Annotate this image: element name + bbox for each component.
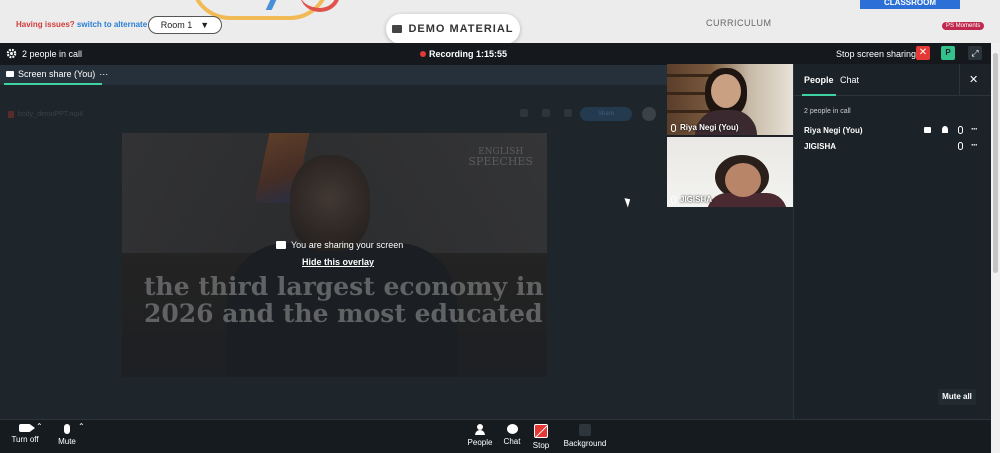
background-button-label: Background (563, 439, 607, 448)
more-icon (564, 109, 572, 117)
moments-badge[interactable]: PS Moments (942, 22, 985, 30)
file-icon (8, 111, 14, 118)
participant-tile-name: Riya Negi (You) (680, 123, 739, 132)
issues-question: Having issues? (16, 20, 75, 29)
shared-share-button: Share (580, 107, 632, 121)
mute-button-label: Mute (58, 437, 76, 446)
people-button[interactable]: People (466, 424, 494, 447)
app-header: Having issues? switch to alternate room … (0, 0, 1000, 44)
panel-people-count: 2 people in call (804, 108, 851, 115)
stop-share-icon (534, 424, 548, 438)
shared-file-name: body_demoPPT.mp4 (8, 111, 83, 118)
tab-screen-share-label: Screen share (You) (18, 69, 96, 79)
sharing-overlay-message: You are sharing your screen (276, 240, 403, 250)
expand-icon: ⤢ (971, 48, 979, 58)
participant-video (711, 74, 741, 108)
screen-share-tabbar: Screen share (You) ··· (0, 65, 667, 85)
mic-icon (671, 195, 676, 204)
sharing-overlay-shade (122, 133, 547, 377)
panel-tabs: People Chat ✕ (794, 64, 992, 96)
tab-screen-share[interactable]: Screen share (You) ··· (6, 69, 108, 79)
recording-status: Recording 1:15:55 (420, 49, 507, 59)
list-item[interactable]: JIGISHA ··· (804, 140, 984, 154)
chevron-up-icon[interactable]: ⌃ (78, 422, 85, 431)
issues-notice: Having issues? switch to alternate room (16, 20, 169, 29)
pin-icon[interactable] (942, 126, 948, 133)
shared-video: ENGLISH SPEECHES the third largest econo… (122, 133, 547, 377)
divider (959, 64, 960, 96)
chat-icon (506, 424, 518, 434)
gear-icon[interactable] (6, 48, 17, 59)
shared-file-label: body_demoPPT.mp4 (18, 111, 83, 118)
mute-button[interactable]: Mute (56, 424, 78, 446)
people-icon (475, 424, 485, 435)
tab-more-icon[interactable]: ··· (99, 69, 108, 79)
caret-down-icon: ▼ (200, 20, 210, 30)
monitor-icon (6, 71, 14, 77)
demo-material-button[interactable]: DEMO MATERIAL (386, 14, 520, 44)
hide-overlay-link[interactable]: Hide this overlay (302, 257, 374, 267)
stop-sharing-button[interactable]: ✕ (916, 46, 930, 60)
participant-tile-label: JIGISHA (671, 195, 712, 204)
shared-toolbar (520, 109, 572, 117)
background-icon (579, 424, 591, 436)
camera-icon (19, 424, 35, 432)
fullscreen-button[interactable]: ⤢ (968, 46, 982, 60)
demo-material-label: DEMO MATERIAL (408, 23, 514, 35)
shared-avatar (642, 107, 656, 121)
curriculum-link[interactable]: CURRICULUM (706, 18, 772, 28)
people-count: 2 people in call (22, 49, 83, 59)
list-item[interactable]: Riya Negi (You) ··· (804, 124, 984, 138)
avatar[interactable]: P (941, 46, 955, 60)
people-panel: People Chat ✕ 2 people in call Riya Negi… (793, 64, 992, 419)
mic-icon[interactable] (958, 126, 963, 134)
stop-button-label: Stop (532, 441, 550, 450)
person-name: Riya Negi (You) (804, 126, 863, 135)
page-scrollbar[interactable] (991, 43, 1000, 453)
room-select[interactable]: Room 1 ▼ (148, 16, 222, 34)
meeting-toolbar: Turn off ⌃ Mute ⌃ People Chat Stop Backg… (0, 419, 991, 453)
mic-icon[interactable] (958, 142, 963, 150)
close-icon: ✕ (918, 47, 928, 58)
participant-tile-riya[interactable]: Riya Negi (You) (667, 64, 793, 135)
stop-button[interactable]: Stop (530, 424, 552, 450)
screen-share-area: body_demoPPT.mp4 Share ENGLISH SPEECHES … (0, 85, 667, 419)
mic-icon (64, 424, 70, 434)
tiles-empty-area (667, 207, 793, 419)
more-icon[interactable]: ··· (971, 124, 978, 134)
participant-video (725, 163, 761, 197)
chevron-up-icon[interactable]: ⌃ (36, 422, 43, 431)
scrollbar-thumb[interactable] (993, 53, 998, 273)
sharing-overlay-text: You are sharing your screen (291, 240, 404, 250)
classroom-tab[interactable]: CLASSROOM (860, 0, 960, 9)
stop-screen-sharing-label: Stop screen sharing (836, 49, 917, 59)
person-name: JIGISHA (804, 142, 837, 151)
participant-tile-label: Riya Negi (You) (671, 123, 739, 132)
active-tab-indicator (802, 94, 836, 96)
close-icon[interactable]: ✕ (969, 73, 978, 86)
folder-icon (392, 25, 403, 33)
screen-share-icon (924, 127, 931, 133)
people-button-label: People (467, 438, 493, 447)
download-icon (542, 109, 550, 117)
camera-button-label: Turn off (11, 435, 39, 444)
tab-chat[interactable]: Chat (840, 75, 859, 85)
mic-icon (671, 123, 676, 132)
room-select-value: Room 1 (160, 20, 193, 30)
chat-button[interactable]: Chat (501, 424, 523, 446)
meeting-window: 2 people in call Recording 1:15:55 Stop … (0, 43, 992, 453)
add-to-drive-icon (520, 109, 528, 117)
recording-dot-icon (420, 51, 426, 57)
chat-button-label: Chat (503, 437, 521, 446)
participant-tile-jigisha[interactable]: JIGISHA (667, 137, 793, 207)
more-icon[interactable]: ··· (971, 140, 978, 150)
background-button[interactable]: Background (561, 424, 609, 448)
recording-label: Recording 1:15:55 (429, 49, 508, 59)
mute-all-button[interactable]: Mute all (938, 389, 976, 405)
screen-share-icon (276, 241, 286, 249)
participant-tile-name: JIGISHA (680, 195, 713, 204)
call-status-bar: 2 people in call Recording 1:15:55 Stop … (0, 43, 991, 65)
tab-people[interactable]: People (804, 75, 834, 85)
